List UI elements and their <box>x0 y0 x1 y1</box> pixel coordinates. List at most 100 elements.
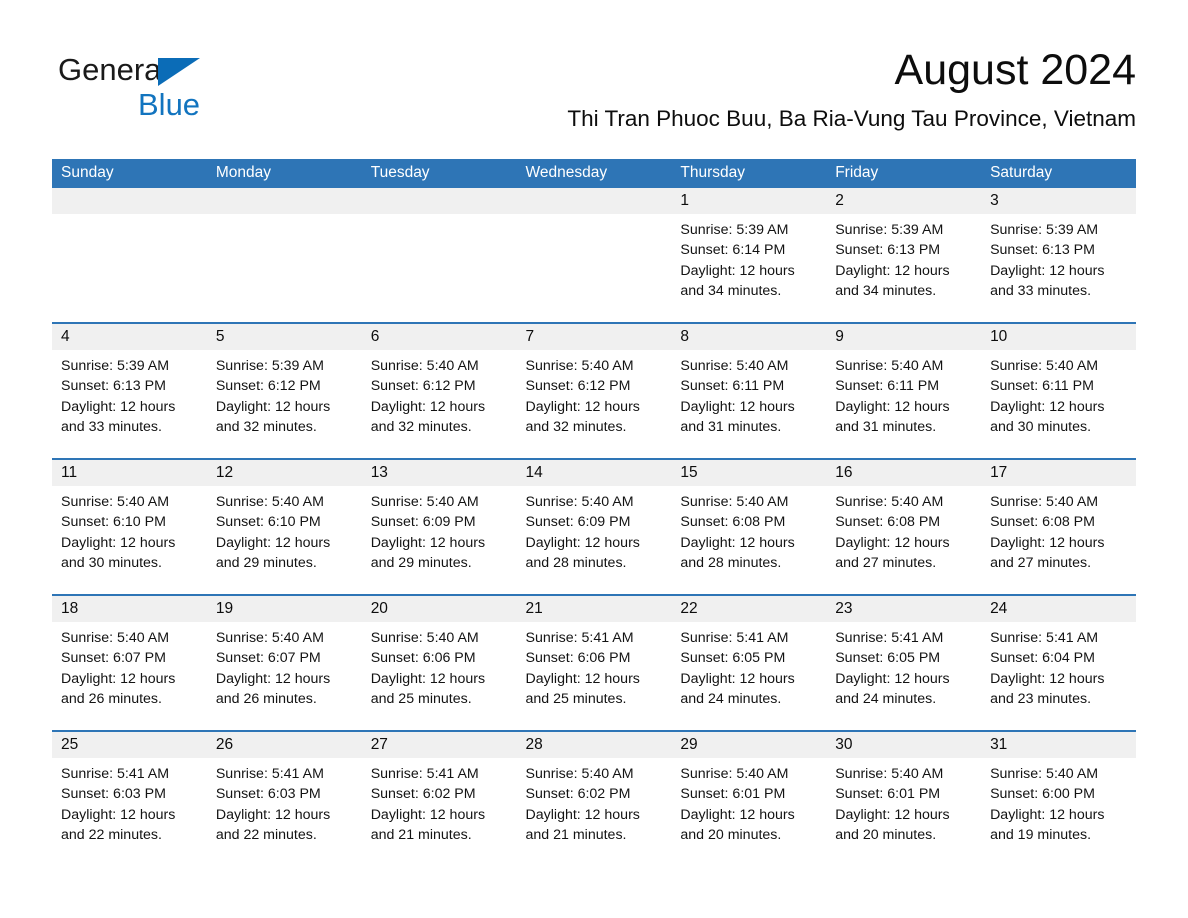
calendar-day-cell[interactable]: 11 Sunrise: 5:40 AM Sunset: 6:10 PM Dayligh… <box>52 458 207 595</box>
day-detail-line: Sunset: 6:13 PM <box>990 242 1095 259</box>
calendar-day-cell[interactable]: 17 Sunrise: 5:40 AM Sunset: 6:08 PM Dayligh… <box>981 458 1136 595</box>
day-details: Sunrise: 5:40 AM Sunset: 6:07 PM Daylight:… <box>207 622 362 730</box>
day-number: 27 <box>361 732 517 758</box>
day-detail-line: Sunset: 6:09 PM <box>370 514 476 531</box>
day-details: Sunrise: 5:41 AM Sunset: 6:05 PM Daylight:… <box>671 622 826 730</box>
day-number: 12 <box>206 460 362 486</box>
calendar-day-cell[interactable]: 5 Sunrise: 5:39 AM Sunset: 6:12 PM Daylight… <box>206 322 362 459</box>
calendar-day-cell[interactable]: 4 Sunrise: 5:39 AM Sunset: 6:13 PM Daylight… <box>52 322 207 459</box>
day-number: 15 <box>671 460 827 486</box>
day-detail-line: Daylight: 12 hours <box>835 806 950 823</box>
day-detail-line: Daylight: 12 hours <box>525 534 640 551</box>
weekday-header-sunday: Sunday <box>52 159 207 188</box>
day-detail-line: Sunset: 6:12 PM <box>525 378 631 395</box>
calendar-day-cell[interactable]: 10 Sunrise: 5:40 AM Sunset: 6:11 PM Dayligh… <box>981 322 1136 459</box>
calendar-day-cell[interactable]: 23 Sunrise: 5:41 AM Sunset: 6:05 PM Dayligh… <box>826 594 982 731</box>
day-detail-line: Daylight: 12 hours <box>370 806 486 823</box>
day-details: Sunrise: 5:40 AM Sunset: 6:11 PM Daylight:… <box>826 350 981 458</box>
day-details: Sunrise: 5:39 AM Sunset: 6:13 PM Daylight:… <box>826 214 981 322</box>
day-detail-line: Sunset: 6:11 PM <box>990 378 1094 395</box>
day-number <box>52 188 207 214</box>
day-detail-line: Sunset: 6:14 PM <box>680 242 786 259</box>
calendar-day-cell[interactable]: 1 Sunrise: 5:39 AM Sunset: 6:14 PM Daylight… <box>671 188 827 323</box>
calendar-day-cell[interactable]: 25 Sunrise: 5:41 AM Sunset: 6:03 PM Dayligh… <box>52 730 207 866</box>
calendar-day-cell[interactable]: 7 Sunrise: 5:40 AM Sunset: 6:12 PM Daylight… <box>516 322 672 459</box>
day-detail-line: Sunrise: 5:40 AM <box>990 494 1099 510</box>
calendar-day-cell-empty <box>52 188 207 323</box>
day-number: 17 <box>981 460 1136 486</box>
day-detail-line: and 21 minutes. <box>370 826 472 843</box>
day-detail-line: Sunset: 6:00 PM <box>990 786 1095 803</box>
day-number: 30 <box>826 732 982 758</box>
day-detail-line: Sunset: 6:04 PM <box>990 650 1095 667</box>
day-number: 11 <box>52 460 207 486</box>
calendar-day-cell[interactable]: 18 Sunrise: 5:40 AM Sunset: 6:07 PM Dayligh… <box>52 594 207 731</box>
day-detail-line: Daylight: 12 hours <box>835 670 950 687</box>
calendar-day-cell[interactable]: 22 Sunrise: 5:41 AM Sunset: 6:05 PM Dayligh… <box>671 594 827 731</box>
day-detail-line: Daylight: 12 hours <box>680 534 795 551</box>
calendar-day-cell[interactable]: 28 Sunrise: 5:40 AM Sunset: 6:02 PM Dayligh… <box>516 730 672 866</box>
weekday-header-thursday: Thursday <box>671 159 827 188</box>
day-detail-line: Sunset: 6:12 PM <box>370 378 476 395</box>
day-detail-line: Daylight: 12 hours <box>680 398 795 415</box>
day-detail-line: and 25 minutes. <box>525 690 627 707</box>
day-detail-line: Sunset: 6:06 PM <box>525 650 631 667</box>
day-number: 19 <box>206 596 362 622</box>
calendar-day-cell[interactable]: 3 Sunrise: 5:39 AM Sunset: 6:13 PM Daylight… <box>981 188 1136 323</box>
calendar-day-cell[interactable]: 29 Sunrise: 5:40 AM Sunset: 6:01 PM Dayligh… <box>671 730 827 866</box>
day-detail-line: Sunrise: 5:40 AM <box>680 358 789 374</box>
day-details: Sunrise: 5:40 AM Sunset: 6:11 PM Daylight:… <box>981 350 1136 458</box>
day-details: Sunrise: 5:39 AM Sunset: 6:14 PM Daylight:… <box>671 214 826 322</box>
calendar-day-cell[interactable]: 6 Sunrise: 5:40 AM Sunset: 6:12 PM Daylight… <box>361 322 517 459</box>
day-detail-line: Sunset: 6:07 PM <box>61 650 166 667</box>
calendar-day-cell[interactable]: 13 Sunrise: 5:40 AM Sunset: 6:09 PM Dayligh… <box>361 458 517 595</box>
day-detail-line: Daylight: 12 hours <box>61 534 176 551</box>
day-detail-line: Daylight: 12 hours <box>370 534 486 551</box>
calendar-day-cell[interactable]: 15 Sunrise: 5:40 AM Sunset: 6:08 PM Dayligh… <box>671 458 827 595</box>
calendar-day-cell[interactable]: 21 Sunrise: 5:41 AM Sunset: 6:06 PM Dayligh… <box>516 594 672 731</box>
day-detail-line: and 31 minutes. <box>680 418 782 435</box>
day-detail-line: and 34 minutes. <box>835 282 937 299</box>
day-detail-line: and 29 minutes. <box>215 554 317 571</box>
calendar-day-cell[interactable]: 8 Sunrise: 5:40 AM Sunset: 6:11 PM Daylight… <box>671 322 827 459</box>
location-subtitle: Thi Tran Phuoc Buu, Ba Ria-Vung Tau Prov… <box>567 106 1136 131</box>
calendar-day-cell[interactable]: 9 Sunrise: 5:40 AM Sunset: 6:11 PM Daylight… <box>826 322 982 459</box>
day-detail-line: and 29 minutes. <box>370 554 472 571</box>
day-details: Sunrise: 5:41 AM Sunset: 6:03 PM Daylight:… <box>52 758 207 866</box>
brand-logo[interactable]: General Blue <box>58 52 278 138</box>
day-detail-line: Sunset: 6:13 PM <box>61 378 166 395</box>
day-number: 6 <box>361 324 517 350</box>
day-details: Sunrise: 5:40 AM Sunset: 6:06 PM Daylight:… <box>362 622 517 730</box>
calendar-day-cell[interactable]: 24 Sunrise: 5:41 AM Sunset: 6:04 PM Dayligh… <box>981 594 1136 731</box>
day-detail-line: Sunrise: 5:40 AM <box>990 766 1099 782</box>
day-detail-line: and 21 minutes. <box>525 826 627 843</box>
day-detail-line: Daylight: 12 hours <box>990 806 1105 823</box>
day-detail-line: Daylight: 12 hours <box>990 398 1105 415</box>
day-detail-line: and 30 minutes. <box>990 418 1092 435</box>
calendar-page: General Blue August 2024 Thi Tran Phuoc … <box>0 0 1188 918</box>
calendar-day-cell[interactable]: 31 Sunrise: 5:40 AM Sunset: 6:00 PM Dayligh… <box>981 730 1136 866</box>
day-details: Sunrise: 5:41 AM Sunset: 6:04 PM Daylight:… <box>981 622 1136 730</box>
day-detail-line: Daylight: 12 hours <box>215 670 331 687</box>
calendar-header-row: Sunday Monday Tuesday Wednesday Thursday Frid… <box>52 159 1136 188</box>
calendar-day-cell[interactable]: 19 Sunrise: 5:40 AM Sunset: 6:07 PM Dayligh… <box>206 594 362 731</box>
day-detail-line: and 32 minutes. <box>370 418 472 435</box>
calendar-day-cell[interactable]: 27 Sunrise: 5:41 AM Sunset: 6:02 PM Dayligh… <box>361 730 517 866</box>
day-detail-line: and 28 minutes. <box>525 554 627 571</box>
calendar-day-cell[interactable]: 2 Sunrise: 5:39 AM Sunset: 6:13 PM Daylight… <box>826 188 982 323</box>
calendar-day-cell[interactable]: 26 Sunrise: 5:41 AM Sunset: 6:03 PM Dayligh… <box>206 730 362 866</box>
brand-name-general: General <box>58 52 169 87</box>
calendar-day-cell[interactable]: 30 Sunrise: 5:40 AM Sunset: 6:01 PM Dayligh… <box>826 730 982 866</box>
calendar-week-row: 1 Sunrise: 5:39 AM Sunset: 6:14 PM Daylight… <box>52 188 1136 323</box>
calendar-day-cell[interactable]: 12 Sunrise: 5:40 AM Sunset: 6:10 PM Dayligh… <box>206 458 362 595</box>
calendar-day-cell[interactable]: 14 Sunrise: 5:40 AM Sunset: 6:09 PM Dayligh… <box>516 458 672 595</box>
calendar-day-cell[interactable]: 20 Sunrise: 5:40 AM Sunset: 6:06 PM Dayligh… <box>361 594 517 731</box>
day-detail-line: and 33 minutes. <box>61 418 162 435</box>
day-details: Sunrise: 5:40 AM Sunset: 6:12 PM Daylight:… <box>517 350 672 458</box>
day-detail-line: Sunset: 6:06 PM <box>370 650 476 667</box>
day-detail-line: Sunrise: 5:41 AM <box>680 630 789 646</box>
calendar-day-cell[interactable]: 16 Sunrise: 5:40 AM Sunset: 6:08 PM Dayligh… <box>826 458 982 595</box>
day-number: 10 <box>981 324 1136 350</box>
weekday-header-friday: Friday <box>826 159 982 188</box>
day-detail-line: Daylight: 12 hours <box>990 262 1105 279</box>
